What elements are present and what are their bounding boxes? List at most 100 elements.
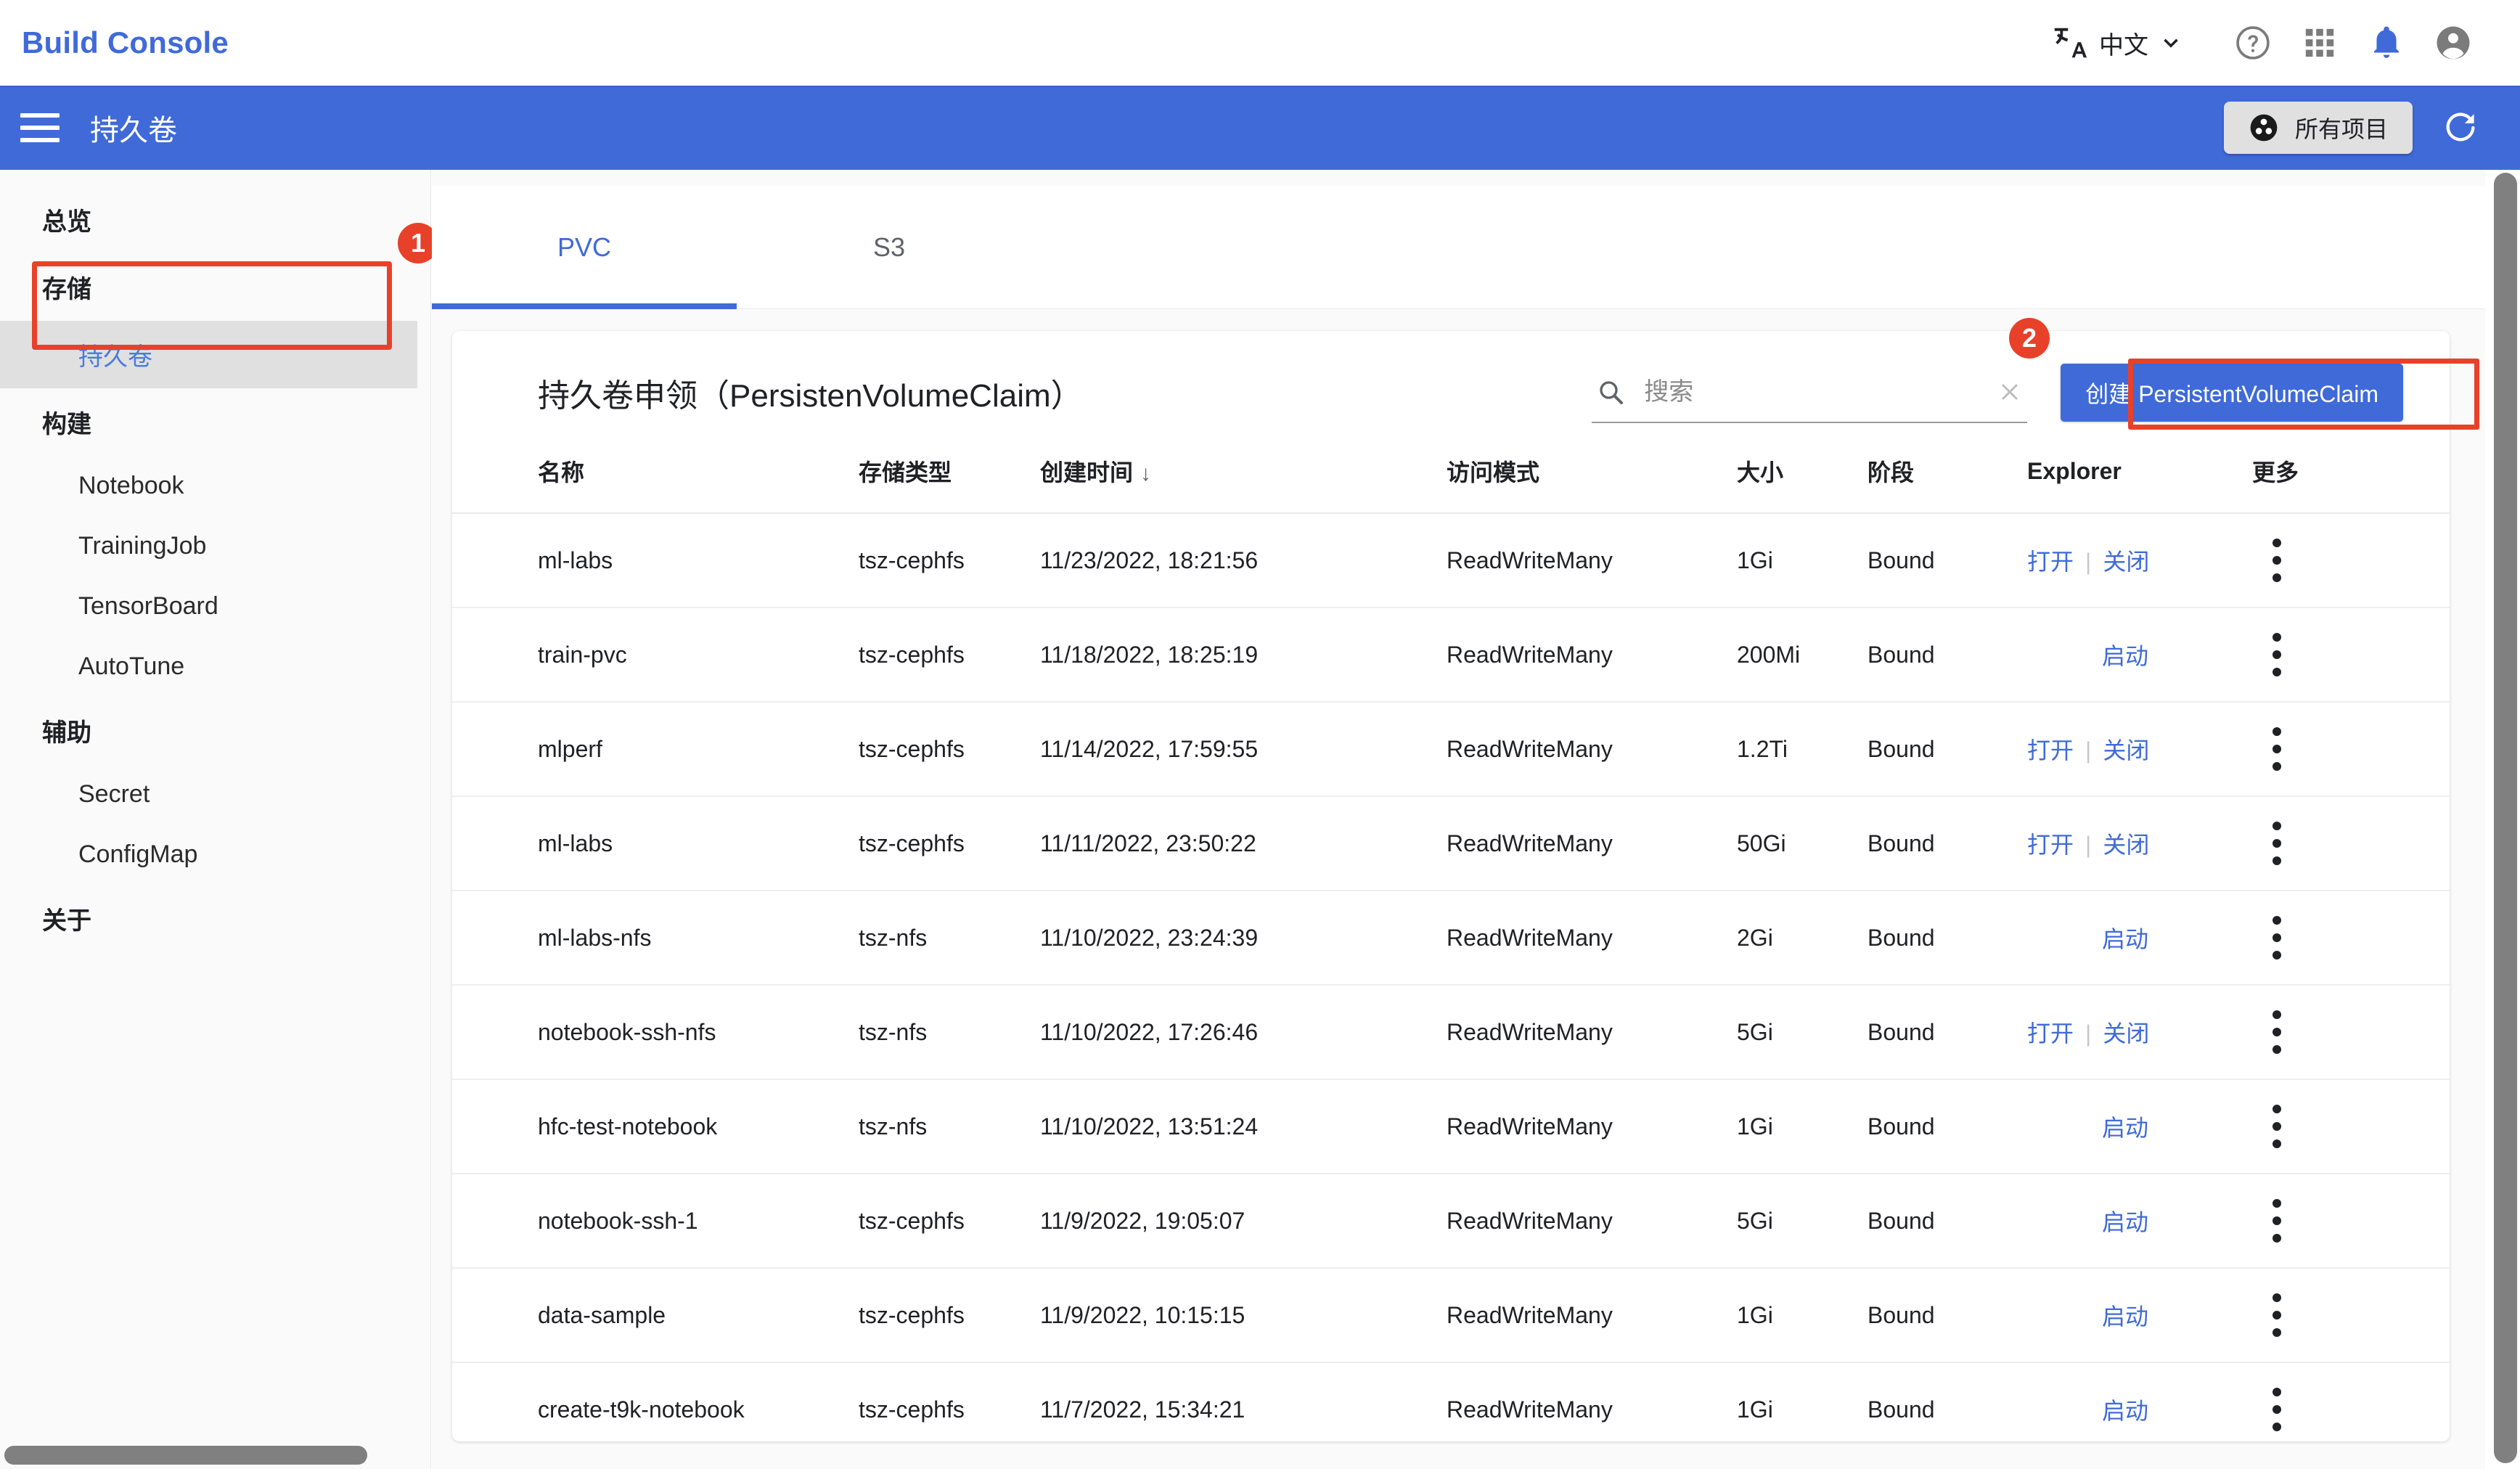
column-header-created[interactable]: 创建时间 ↓ bbox=[1040, 454, 1447, 514]
column-header-access[interactable]: 访问模式 bbox=[1447, 454, 1737, 514]
more-options-icon[interactable] bbox=[2272, 1388, 2281, 1431]
sidebar-group-overview[interactable]: 总览 bbox=[0, 186, 430, 253]
apps-button[interactable] bbox=[2286, 9, 2353, 76]
cell-explorer-actions: 启动 bbox=[2027, 1079, 2252, 1174]
tab-s3[interactable]: S3 bbox=[737, 186, 1042, 309]
more-options-icon[interactable] bbox=[2272, 822, 2281, 865]
horizontal-scrollbar[interactable] bbox=[4, 1446, 367, 1465]
cell-name[interactable]: notebook-ssh-1 bbox=[452, 1174, 859, 1269]
cell-storage-type: tsz-cephfs bbox=[859, 1268, 1040, 1363]
sidebar-group-auxiliary[interactable]: 辅助 bbox=[0, 697, 430, 764]
table-row[interactable]: notebook-ssh-nfs tsz-nfs 11/10/2022, 17:26… bbox=[452, 985, 2450, 1080]
create-pvc-button[interactable]: 创建 PersistentVolumeClaim bbox=[2061, 364, 2403, 422]
cell-created-time: 11/10/2022, 23:24:39 bbox=[1040, 891, 1447, 986]
more-options-icon[interactable] bbox=[2272, 916, 2281, 959]
more-options-icon[interactable] bbox=[2272, 539, 2281, 582]
cell-phase: Bound bbox=[1868, 891, 2027, 986]
main-content: PVC S3 持久卷申领（PersistenVolumeClaim） 创建 Pe… bbox=[432, 170, 2485, 1469]
cell-name[interactable]: ml-labs bbox=[452, 796, 859, 891]
table-row[interactable]: ml-labs tsz-cephfs 11/11/2022, 23:50:22 Rea… bbox=[452, 796, 2450, 891]
notifications-button[interactable] bbox=[2353, 9, 2420, 76]
search-input[interactable] bbox=[1644, 377, 1979, 406]
sidebar-item-autotune[interactable]: AutoTune bbox=[0, 637, 430, 697]
table-row[interactable]: data-sample tsz-cephfs 11/9/2022, 10:15:15… bbox=[452, 1268, 2450, 1363]
help-button[interactable] bbox=[2220, 9, 2286, 76]
table-row[interactable]: notebook-ssh-1 tsz-cephfs 11/9/2022, 19:05… bbox=[452, 1174, 2450, 1269]
explorer-action-link[interactable]: 打开 bbox=[2027, 549, 2074, 575]
explorer-action-link[interactable]: 启动 bbox=[2102, 643, 2148, 669]
explorer-action-link[interactable]: 关闭 bbox=[2103, 1020, 2149, 1047]
sidebar-item-trainingjob[interactable]: TrainingJob bbox=[0, 516, 430, 576]
table-row[interactable]: mlperf tsz-cephfs 11/14/2022, 17:59:55 Read… bbox=[452, 702, 2450, 797]
more-options-icon[interactable] bbox=[2272, 633, 2281, 676]
account-button[interactable] bbox=[2420, 9, 2487, 76]
explorer-action-link[interactable]: 关闭 bbox=[2103, 549, 2149, 575]
vertical-scrollbar[interactable] bbox=[2494, 173, 2517, 1463]
cell-access-mode: ReadWriteMany bbox=[1447, 607, 1737, 703]
cell-explorer-actions: 启动 bbox=[2027, 607, 2252, 703]
explorer-action-link[interactable]: 启动 bbox=[2102, 1209, 2148, 1235]
cell-storage-type: tsz-nfs bbox=[859, 985, 1040, 1080]
table-row[interactable]: train-pvc tsz-cephfs 11/18/2022, 18:25:19 R… bbox=[452, 607, 2450, 703]
menu-toggle-icon[interactable] bbox=[20, 113, 60, 142]
explorer-action-link[interactable]: 打开 bbox=[2027, 737, 2074, 764]
cell-created-time: 11/11/2022, 23:50:22 bbox=[1040, 796, 1447, 891]
cell-size: 1.2Ti bbox=[1737, 702, 1868, 797]
table-row[interactable]: ml-labs-nfs tsz-nfs 11/10/2022, 23:24:39 Re… bbox=[452, 891, 2450, 986]
language-selector[interactable]: 中文 bbox=[2050, 23, 2183, 62]
sidebar-item-configmap[interactable]: ConfigMap bbox=[0, 824, 430, 885]
sidebar-item-tensorboard[interactable]: TensorBoard bbox=[0, 576, 430, 637]
explorer-action-link[interactable]: 打开 bbox=[2027, 832, 2074, 858]
cell-name[interactable]: ml-labs bbox=[452, 513, 859, 608]
column-header-name[interactable]: 名称 bbox=[452, 454, 859, 514]
cell-name[interactable]: hfc-test-notebook bbox=[452, 1079, 859, 1174]
app-header: Build Console 中文 bbox=[0, 0, 2520, 86]
column-header-storage[interactable]: 存储类型 bbox=[859, 454, 1040, 514]
more-options-icon[interactable] bbox=[2272, 1105, 2281, 1148]
cell-more bbox=[2252, 985, 2450, 1080]
cell-name[interactable]: notebook-ssh-nfs bbox=[452, 985, 859, 1080]
explorer-action-link[interactable]: 启动 bbox=[2102, 1115, 2148, 1141]
column-header-more[interactable]: 更多 bbox=[2252, 454, 2450, 514]
explorer-action-link[interactable]: 启动 bbox=[2102, 1398, 2148, 1424]
pvc-table: 名称 存储类型 创建时间 ↓ 访问模式 大小 阶段 Explorer 更多 ml-… bbox=[452, 454, 2450, 1441]
explorer-action-link[interactable]: 关闭 bbox=[2103, 832, 2149, 858]
more-options-icon[interactable] bbox=[2272, 1010, 2281, 1054]
explorer-action-link[interactable]: 打开 bbox=[2027, 1020, 2074, 1047]
sidebar-item-secret[interactable]: Secret bbox=[0, 764, 430, 824]
more-options-icon[interactable] bbox=[2272, 1199, 2281, 1243]
sidebar-item-persistent-volume[interactable]: 持久卷 bbox=[0, 321, 417, 388]
cell-more bbox=[2252, 1079, 2450, 1174]
all-projects-button[interactable]: 所有项目 bbox=[2223, 102, 2413, 154]
cell-size: 5Gi bbox=[1737, 985, 1868, 1080]
table-row[interactable]: hfc-test-notebook tsz-nfs 11/10/2022, 13:5… bbox=[452, 1079, 2450, 1174]
tab-bar: PVC S3 bbox=[432, 186, 2485, 309]
table-row[interactable]: create-t9k-notebook tsz-cephfs 11/7/2022, … bbox=[452, 1362, 2450, 1441]
explorer-action-link[interactable]: 关闭 bbox=[2103, 737, 2149, 764]
sidebar-group-build[interactable]: 构建 bbox=[0, 388, 430, 456]
column-header-size[interactable]: 大小 bbox=[1737, 454, 1868, 514]
explorer-action-link[interactable]: 启动 bbox=[2102, 1304, 2148, 1330]
sidebar-item-notebook[interactable]: Notebook bbox=[0, 456, 430, 516]
more-options-icon[interactable] bbox=[2272, 727, 2281, 771]
tab-pvc[interactable]: PVC bbox=[432, 186, 737, 309]
cell-name[interactable]: ml-labs-nfs bbox=[452, 891, 859, 986]
more-options-icon[interactable] bbox=[2272, 1293, 2281, 1337]
refresh-icon[interactable] bbox=[2442, 109, 2479, 147]
column-header-explorer[interactable]: Explorer bbox=[2027, 454, 2252, 514]
column-header-phase[interactable]: 阶段 bbox=[1868, 454, 2027, 514]
sidebar-group-about[interactable]: 关于 bbox=[0, 885, 430, 952]
cell-size: 5Gi bbox=[1737, 1174, 1868, 1269]
clear-icon[interactable] bbox=[1997, 379, 2023, 405]
cell-name[interactable]: train-pvc bbox=[452, 607, 859, 703]
cell-phase: Bound bbox=[1868, 702, 2027, 797]
search-box[interactable] bbox=[1592, 362, 2028, 423]
cell-name[interactable]: mlperf bbox=[452, 702, 859, 797]
sidebar-group-storage[interactable]: 存储 bbox=[0, 253, 430, 321]
explorer-action-link[interactable]: 启动 bbox=[2102, 926, 2148, 952]
action-separator: | bbox=[2085, 832, 2092, 858]
table-row[interactable]: ml-labs tsz-cephfs 11/23/2022, 18:21:56 Rea… bbox=[452, 513, 2450, 608]
cell-more bbox=[2252, 1268, 2450, 1363]
cell-name[interactable]: create-t9k-notebook bbox=[452, 1362, 859, 1441]
cell-name[interactable]: data-sample bbox=[452, 1268, 859, 1363]
